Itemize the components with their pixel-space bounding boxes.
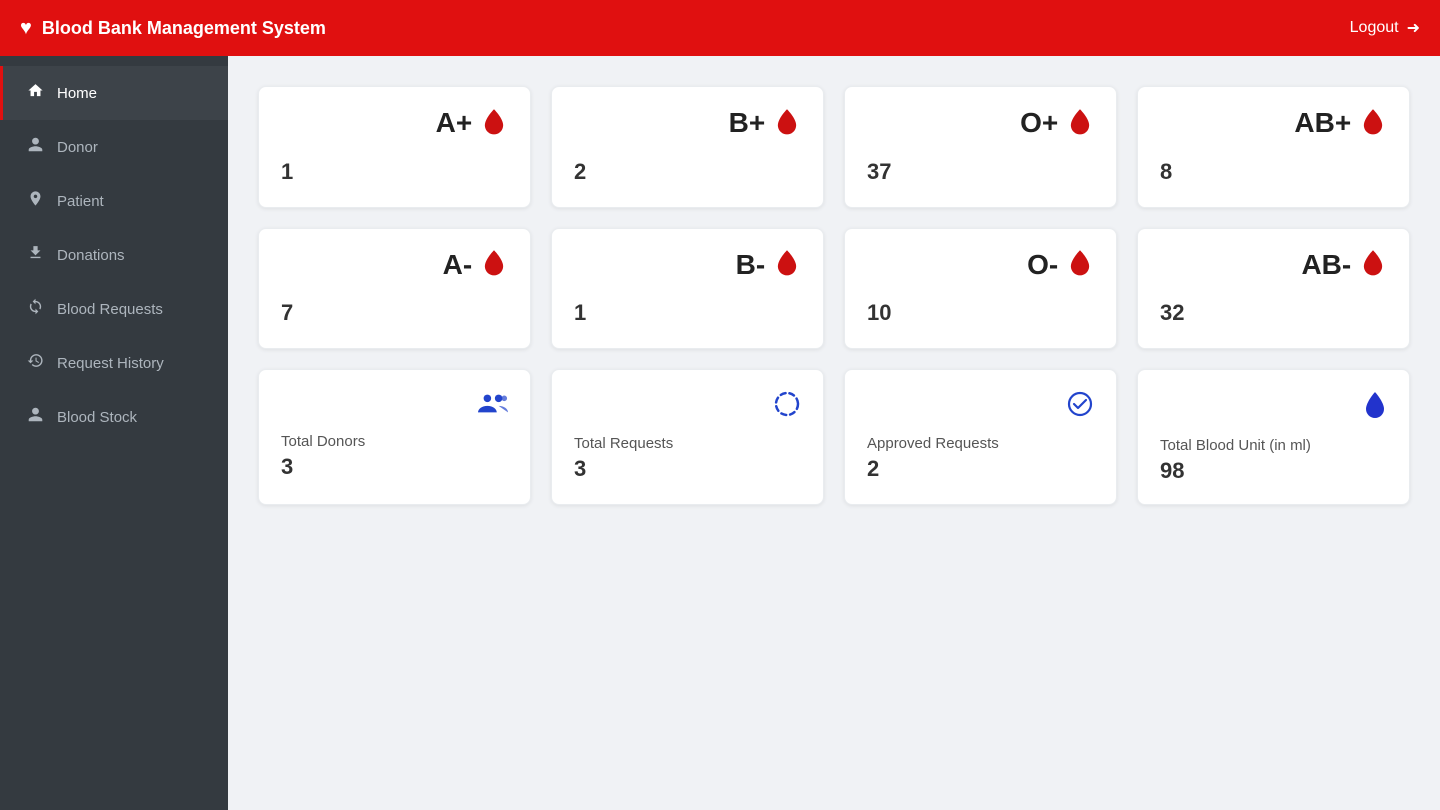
sidebar-item-blood-stock[interactable]: Blood Stock	[0, 390, 228, 444]
donor-icon	[25, 136, 45, 158]
summary-card-total-donors: Total Donors 3	[258, 369, 531, 505]
card-top: A-	[281, 249, 508, 283]
drop-blue-icon	[1363, 390, 1387, 427]
blood-type-value: 7	[281, 300, 508, 326]
logout-button[interactable]: Logout ➜	[1350, 18, 1420, 38]
blood-type-value: 32	[1160, 300, 1387, 326]
sidebar-label-blood-stock: Blood Stock	[57, 409, 137, 426]
blood-type-card-oneg: O- 10	[844, 228, 1117, 350]
sidebar-label-home: Home	[57, 85, 97, 102]
sidebar-label-blood-requests: Blood Requests	[57, 301, 163, 318]
blood-type-value: 8	[1160, 159, 1387, 185]
sidebar-label-donor: Donor	[57, 139, 98, 156]
app-header: ♥ Blood Bank Management System Logout ➜	[0, 0, 1440, 56]
blood-requests-icon	[25, 298, 45, 320]
spinner-icon	[773, 390, 801, 425]
summary-card-top	[867, 390, 1094, 425]
blood-type-value: 2	[574, 159, 801, 185]
sidebar-item-blood-requests[interactable]: Blood Requests	[0, 282, 228, 336]
summary-grid: Total Donors 3 Total Requests 3 Approved…	[258, 369, 1410, 505]
blood-type-label: O+	[1020, 107, 1094, 141]
blood-type-card-aneg: A- 7	[258, 228, 531, 350]
card-top: B-	[574, 249, 801, 283]
sidebar: Home Donor Patient Donations Blood Reque…	[0, 56, 228, 810]
blood-type-value: 37	[867, 159, 1094, 185]
donations-icon	[25, 244, 45, 266]
patient-icon	[25, 190, 45, 212]
sidebar-label-request-history: Request History	[57, 355, 164, 372]
blood-type-card-apos: A+ 1	[258, 86, 531, 208]
summary-card-top	[281, 390, 508, 423]
blood-type-label: B-	[736, 249, 801, 283]
summary-value: 98	[1160, 458, 1387, 484]
check-icon	[1066, 390, 1094, 425]
logout-label: Logout	[1350, 19, 1399, 37]
summary-card-top	[574, 390, 801, 425]
blood-type-card-abpos: AB+ 8	[1137, 86, 1410, 208]
blood-type-card-bneg: B- 1	[551, 228, 824, 350]
summary-label: Total Blood Unit (in ml)	[1160, 437, 1387, 454]
sidebar-item-home[interactable]: Home	[0, 66, 228, 120]
card-top: O-	[867, 249, 1094, 283]
sidebar-label-patient: Patient	[57, 193, 104, 210]
card-top: AB+	[1160, 107, 1387, 141]
blood-type-value: 1	[574, 300, 801, 326]
blood-type-label: B+	[729, 107, 801, 141]
card-top: O+	[867, 107, 1094, 141]
request-history-icon	[25, 352, 45, 374]
summary-card-approved-requests: Approved Requests 2	[844, 369, 1117, 505]
blood-type-card-abneg: AB- 32	[1137, 228, 1410, 350]
main-content: A+ 1 B+ 2 O+ 37 AB+ 8 A-	[228, 56, 1440, 810]
sidebar-item-donor[interactable]: Donor	[0, 120, 228, 174]
summary-card-top	[1160, 390, 1387, 427]
summary-value: 3	[281, 454, 508, 480]
logout-icon: ➜	[1407, 18, 1420, 38]
users-icon	[478, 390, 508, 423]
summary-label: Total Requests	[574, 435, 801, 452]
blood-type-label: AB+	[1294, 107, 1387, 141]
sidebar-item-request-history[interactable]: Request History	[0, 336, 228, 390]
blood-type-label: A+	[436, 107, 508, 141]
sidebar-label-donations: Donations	[57, 247, 125, 264]
summary-label: Approved Requests	[867, 435, 1094, 452]
blood-type-card-bpos: B+ 2	[551, 86, 824, 208]
blood-type-grid: A+ 1 B+ 2 O+ 37 AB+ 8 A-	[258, 86, 1410, 349]
summary-card-total-requests: Total Requests 3	[551, 369, 824, 505]
sidebar-item-donations[interactable]: Donations	[0, 228, 228, 282]
card-top: B+	[574, 107, 801, 141]
summary-label: Total Donors	[281, 433, 508, 450]
blood-type-label: A-	[443, 249, 508, 283]
blood-type-card-opos: O+ 37	[844, 86, 1117, 208]
summary-value: 3	[574, 456, 801, 482]
brand: ♥ Blood Bank Management System	[20, 17, 326, 40]
card-top: AB-	[1160, 249, 1387, 283]
sidebar-item-patient[interactable]: Patient	[0, 174, 228, 228]
blood-stock-icon	[25, 406, 45, 428]
main-layout: Home Donor Patient Donations Blood Reque…	[0, 56, 1440, 810]
card-top: A+	[281, 107, 508, 141]
blood-type-value: 10	[867, 300, 1094, 326]
summary-value: 2	[867, 456, 1094, 482]
blood-type-label: AB-	[1301, 249, 1387, 283]
blood-type-label: O-	[1027, 249, 1094, 283]
summary-card-total-blood-unit: Total Blood Unit (in ml) 98	[1137, 369, 1410, 505]
app-title: Blood Bank Management System	[42, 18, 326, 39]
blood-type-value: 1	[281, 159, 508, 185]
heart-icon: ♥	[20, 17, 32, 40]
home-icon	[25, 82, 45, 104]
